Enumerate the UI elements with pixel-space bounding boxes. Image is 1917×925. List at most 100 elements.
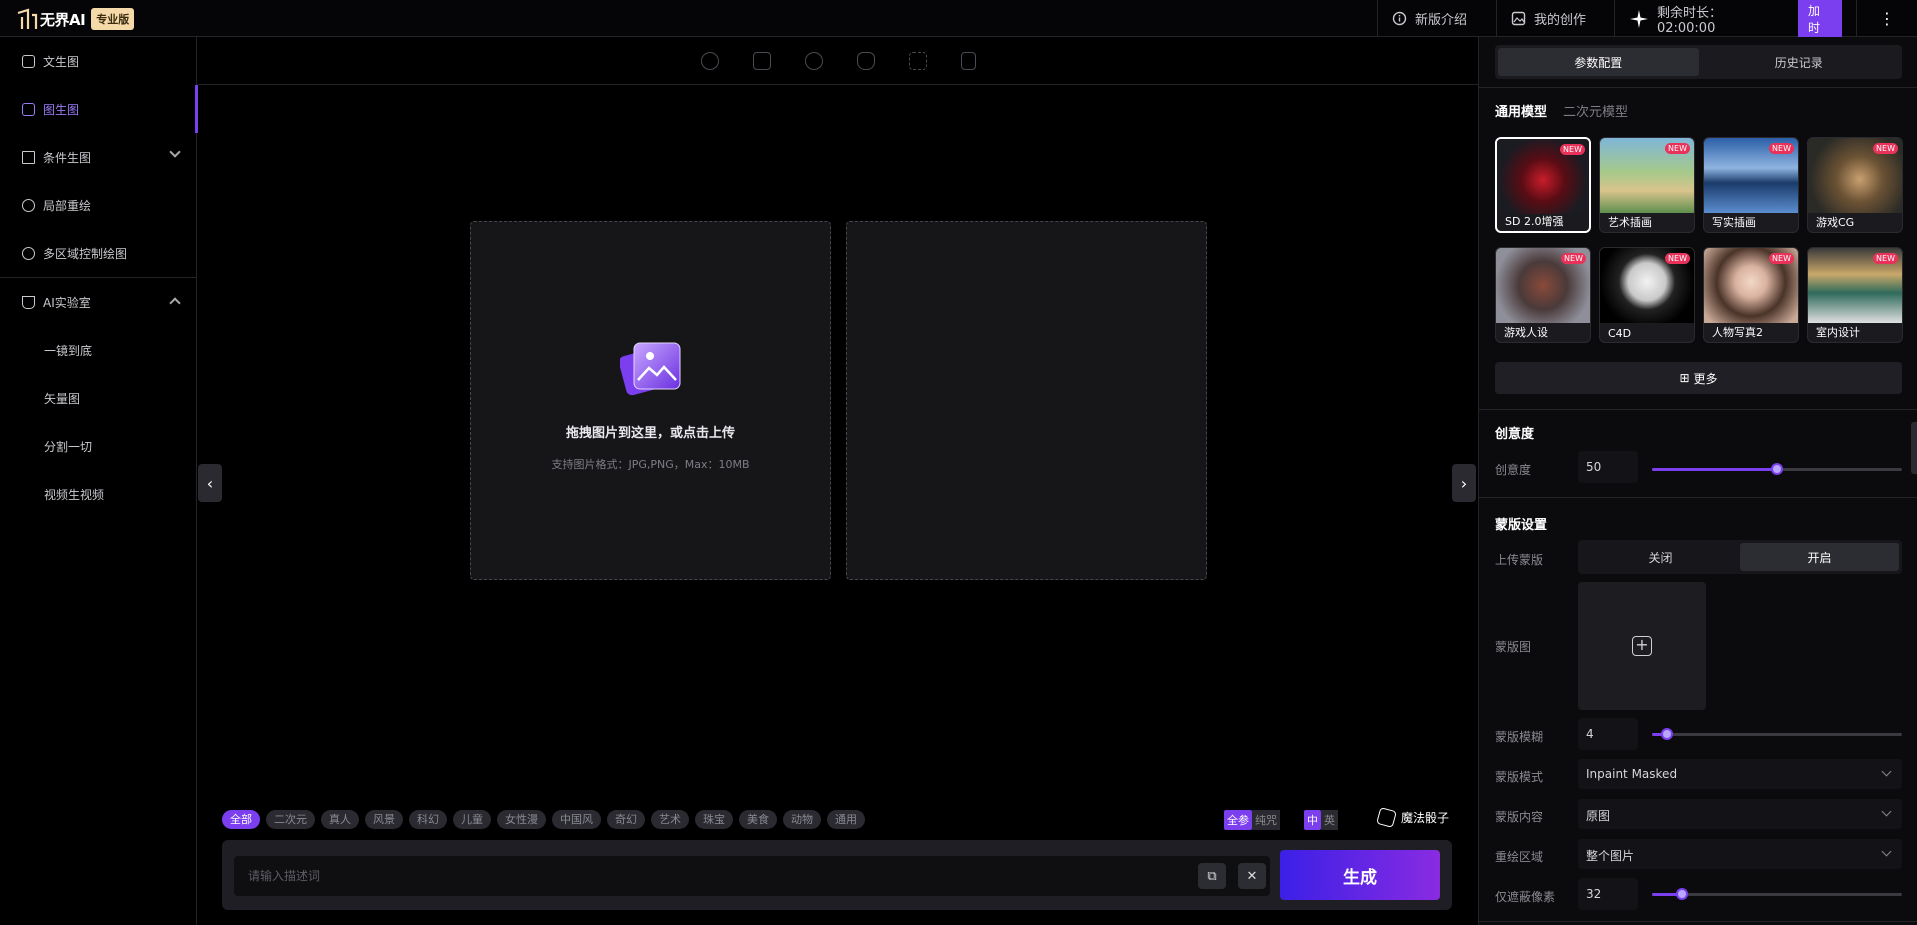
copy-button[interactable]: ⧉	[1198, 863, 1226, 889]
tag-chip[interactable]: 科幻	[409, 810, 447, 829]
sidebar: 文生图 图生图 条件生图 局部重绘 多区域控制绘图 AI实验室 一镜到底 矢量图…	[0, 37, 198, 925]
tag-chip[interactable]: 女性漫	[497, 810, 546, 829]
repaint-area-label: 重绘区域	[1495, 850, 1544, 864]
sidebar-item-conditional[interactable]: 条件生图	[0, 133, 197, 181]
add-time-button[interactable]: 加时	[1798, 0, 1842, 40]
model-card[interactable]: NEW 游戏人设	[1495, 247, 1591, 343]
tag-chip[interactable]: 儿童	[453, 810, 491, 829]
model-card[interactable]: NEW 室内设计	[1807, 247, 1903, 343]
tag-chip[interactable]: 二次元	[266, 810, 315, 829]
sidebar-item-vector[interactable]: 矢量图	[0, 374, 197, 422]
sidebar-item-video[interactable]: 视频生视频	[0, 470, 197, 518]
tab-general-models[interactable]: 通用模型	[1495, 101, 1547, 120]
creativity-slider[interactable]	[1652, 463, 1902, 475]
remaining-time-label: 剩余时长：02:00:00	[1656, 5, 1722, 36]
slider-handle[interactable]	[1771, 463, 1783, 475]
generate-button[interactable]: 生成	[1280, 850, 1440, 900]
prompt-input[interactable]	[234, 856, 1270, 896]
model-card[interactable]: NEW 游戏CG	[1807, 137, 1903, 233]
repaint-area-select[interactable]: 整个图片	[1578, 839, 1902, 869]
model-name: SD 2.0增强	[1505, 215, 1564, 228]
mask-mode-select[interactable]: Inpaint Masked	[1578, 759, 1902, 789]
tag-chip[interactable]: 美食	[739, 810, 777, 829]
more-menu-button[interactable]: ⋮	[1856, 0, 1917, 37]
more-models-label: 更多	[1693, 371, 1718, 386]
sidebar-item-multi-region[interactable]: 多区域控制绘图	[0, 229, 197, 277]
upload-title: 拖拽图片到这里，或点击上传	[565, 426, 735, 441]
tag-chip[interactable]: 中国风	[552, 810, 601, 829]
sidebar-item-label: 局部重绘	[43, 198, 92, 213]
collapse-left-button[interactable]: ‹	[198, 464, 222, 502]
sidebar-item-ai-lab[interactable]: AI实验室	[0, 278, 197, 326]
param-mode-off: 纯咒	[1252, 810, 1280, 830]
slider-fill	[1652, 468, 1777, 471]
slider-handle[interactable]	[1676, 888, 1688, 900]
collapse-right-button[interactable]: ›	[1452, 464, 1476, 502]
new-badge: NEW	[1665, 143, 1690, 154]
upload-mask-label: 上传蒙版	[1495, 553, 1544, 567]
mask-pixels-slider[interactable]	[1652, 888, 1902, 900]
tag-chip[interactable]: 珠宝	[695, 810, 733, 829]
tab-anime-models[interactable]: 二次元模型	[1563, 101, 1628, 120]
model-card[interactable]: NEW 艺术插画	[1599, 137, 1695, 233]
mask-settings-title: 蒙版设置	[1495, 518, 1548, 533]
tag-chip[interactable]: 奇幻	[607, 810, 645, 829]
nav-my-creations[interactable]: 我的创作	[1496, 0, 1606, 37]
model-card[interactable]: NEW 人物写真2	[1703, 247, 1799, 343]
model-card[interactable]: NEW C4D	[1599, 247, 1695, 343]
sidebar-item-one-take[interactable]: 一镜到底	[0, 326, 197, 374]
upload-dropzone[interactable]: 拖拽图片到这里，或点击上传 支持图片格式：JPG,PNG，Max：10MB	[470, 221, 831, 580]
flask-icon	[22, 295, 35, 309]
more-models-button[interactable]: ⊞ 更多	[1495, 362, 1902, 394]
smile-icon[interactable]	[804, 51, 823, 70]
new-badge: NEW	[1561, 253, 1586, 264]
sidebar-item-image-to-image[interactable]: 图生图	[0, 85, 198, 133]
tab-config[interactable]: 参数配置	[1498, 48, 1699, 76]
clear-button[interactable]: ✕	[1238, 863, 1266, 889]
model-card[interactable]: NEW SD 2.0增强	[1495, 137, 1591, 233]
logo[interactable]: 无界AI 专业版	[16, 6, 135, 32]
tag-chip[interactable]: 风景	[365, 810, 403, 829]
new-badge: NEW	[1769, 143, 1794, 154]
rotate-icon[interactable]	[700, 51, 719, 70]
crop-icon	[22, 150, 35, 164]
new-badge: NEW	[1873, 253, 1898, 264]
sidebar-item-segment[interactable]: 分割一切	[0, 422, 197, 470]
mask-pixels-input[interactable]: 32	[1578, 878, 1638, 910]
toggle-off[interactable]: 关闭	[1581, 543, 1740, 571]
sidebar-item-text-to-image[interactable]: 文生图	[0, 37, 197, 85]
divider	[1479, 87, 1917, 88]
tag-chip[interactable]: 艺术	[651, 810, 689, 829]
mask-content-select[interactable]: 原图	[1578, 799, 1902, 829]
sidebar-item-inpaint[interactable]: 局部重绘	[0, 181, 197, 229]
magic-dice-button[interactable]: 魔法骰子	[1376, 807, 1449, 828]
language-toggle[interactable]: 中 英	[1304, 810, 1338, 830]
tag-chip[interactable]: 通用	[827, 810, 865, 829]
toggle-on[interactable]: 开启	[1740, 543, 1899, 571]
fullscreen-icon[interactable]	[908, 51, 927, 70]
model-name: 人物写真2	[1712, 326, 1763, 339]
mask-blur-slider[interactable]	[1652, 728, 1902, 740]
tag-chip[interactable]: 真人	[321, 810, 359, 829]
download-icon[interactable]	[960, 51, 976, 70]
mask-blur-input[interactable]: 4	[1578, 718, 1638, 750]
model-card[interactable]: NEW 写实插画	[1703, 137, 1799, 233]
tag-chip[interactable]: 全部	[222, 810, 260, 829]
prompt-input-wrap: ⧉ ✕	[234, 856, 1270, 896]
settings-panel: 参数配置 历史记录 通用模型 二次元模型 NEW SD 2.0增强 NEW 艺术…	[1478, 37, 1917, 925]
mask-upload-box[interactable]: +	[1578, 582, 1706, 710]
chevron-down-icon[interactable]	[169, 146, 181, 158]
tab-history[interactable]: 历史记录	[1699, 48, 1900, 76]
param-mode-toggle[interactable]: 全参 纯咒	[1224, 810, 1280, 830]
resize-icon[interactable]	[752, 51, 771, 70]
nav-intro[interactable]: 新版介绍	[1377, 0, 1486, 37]
prompt-tag-list: 全部 二次元 真人 风景 科幻 儿童 女性漫 中国风 奇幻 艺术 珠宝 美食 动…	[222, 810, 865, 829]
side-drawer-handle[interactable]	[1911, 422, 1917, 474]
hand-icon[interactable]	[856, 51, 875, 70]
chevron-left-icon: ‹	[206, 473, 214, 493]
chevron-up-icon[interactable]	[169, 297, 181, 309]
creativity-input[interactable]: 50	[1578, 451, 1638, 483]
sidebar-item-label: 视频生视频	[44, 487, 105, 502]
tag-chip[interactable]: 动物	[783, 810, 821, 829]
slider-handle[interactable]	[1661, 728, 1673, 740]
